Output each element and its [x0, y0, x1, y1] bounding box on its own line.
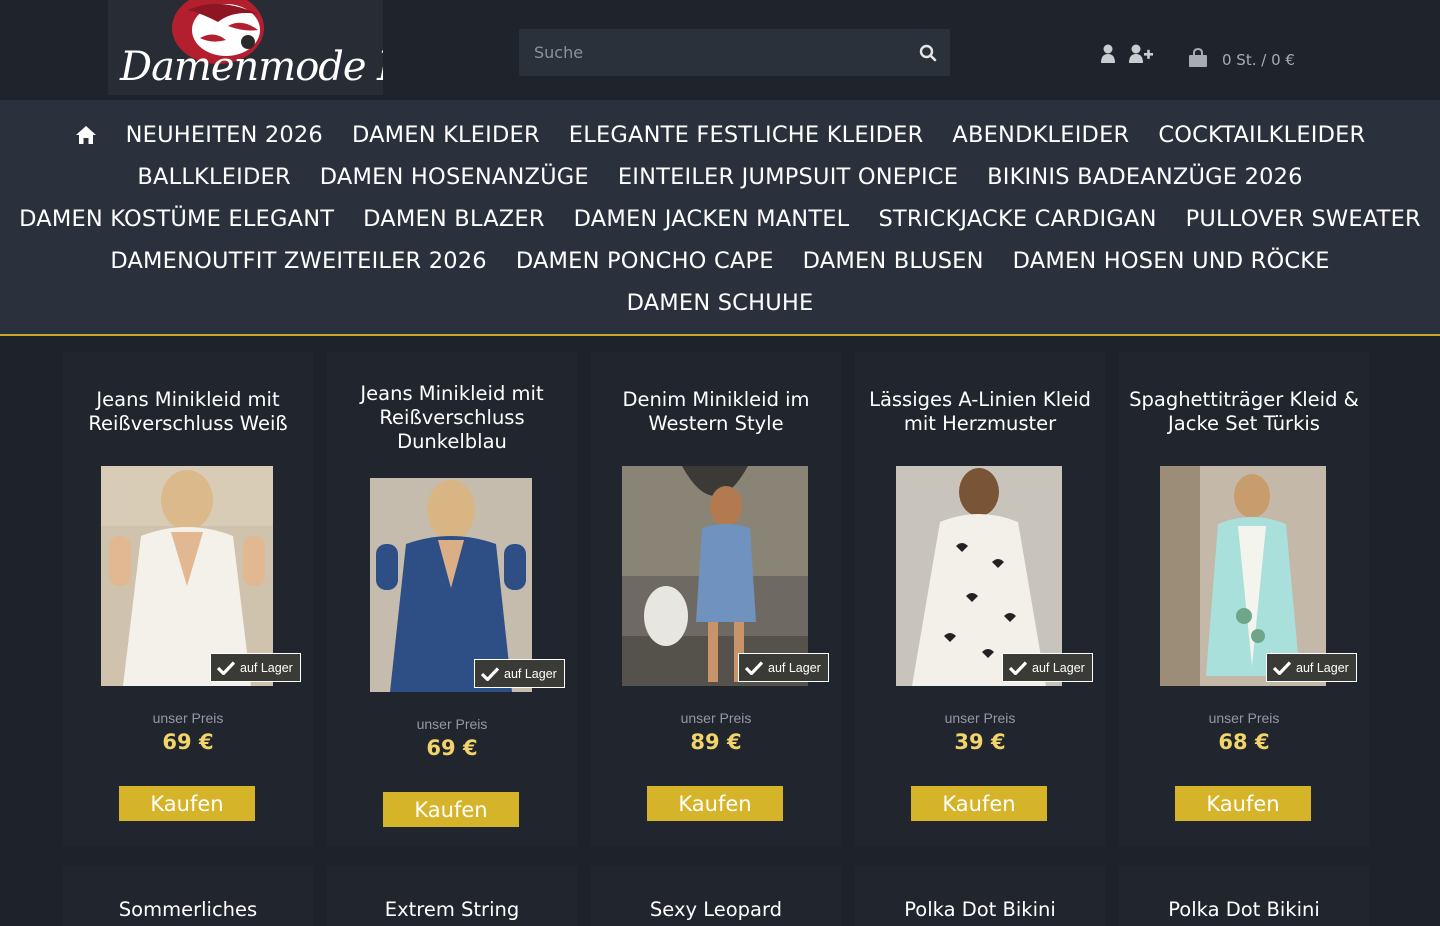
product-title[interactable]: Denim Minikleid im Western Style	[591, 388, 841, 436]
shopping-bag-icon	[1189, 48, 1207, 67]
price-label: unser Preis	[152, 710, 224, 726]
nav-item-jacken[interactable]: DAMEN JACKEN MANTEL	[574, 205, 850, 233]
home-link[interactable]	[75, 121, 97, 149]
stock-badge: auf Lager	[1266, 653, 1357, 682]
product-card: Polka Dot Bikini	[1119, 866, 1369, 926]
stock-badge: auf Lager	[1002, 653, 1093, 682]
price: 69 €	[162, 730, 214, 754]
nav-item-festliche-kleider[interactable]: ELEGANTE FESTLICHE KLEIDER	[569, 121, 924, 149]
price-label: unser Preis	[944, 710, 1016, 726]
check-icon	[481, 666, 499, 681]
price: 39 €	[954, 730, 1006, 754]
register-link[interactable]	[1128, 44, 1154, 68]
logo[interactable]: Damenmode Nr 1	[108, 0, 383, 95]
product-card: Lässiges A-Linien Kleid mit Herzmuster a…	[855, 352, 1105, 846]
price-label: unser Preis	[680, 710, 752, 726]
nav-row: DAMENOUTFIT ZWEITEILER 2026 DAMEN PONCHO…	[0, 247, 1440, 275]
product-card: Denim Minikleid im Western Style auf Lag…	[591, 352, 841, 846]
product-title[interactable]: Jeans Minikleid mit Reißverschluss Dunke…	[327, 382, 577, 454]
product-card: Polka Dot Bikini	[855, 866, 1105, 926]
nav-item-blazer[interactable]: DAMEN BLAZER	[363, 205, 544, 233]
nav-item-zweiteiler[interactable]: DAMENOUTFIT ZWEITEILER 2026	[110, 247, 487, 275]
stock-text: auf Lager	[504, 666, 557, 681]
price-label: unser Preis	[416, 716, 488, 732]
nav-item-schuhe[interactable]: DAMEN SCHUHE	[627, 289, 814, 317]
check-icon	[1273, 660, 1291, 675]
nav-item-pullover[interactable]: PULLOVER SWEATER	[1186, 205, 1421, 233]
nav-item-strickjacke[interactable]: STRICKJACKE CARDIGAN	[878, 205, 1156, 233]
product-card: Jeans Minikleid mit Reißverschluss Dunke…	[327, 352, 577, 846]
product-card: Sexy Leopard	[591, 866, 841, 926]
cart-summary[interactable]: 0 St. / 0 €	[1188, 47, 1295, 69]
buy-button[interactable]: Kaufen	[647, 786, 783, 821]
nav-item-hosenanzuege[interactable]: DAMEN HOSENANZÜGE	[320, 163, 589, 191]
nav-item-poncho[interactable]: DAMEN PONCHO CAPE	[516, 247, 774, 275]
stock-badge: auf Lager	[210, 653, 301, 682]
product-title[interactable]: Sexy Leopard	[591, 898, 841, 922]
nav-item-bikinis[interactable]: BIKINIS BADEANZÜGE 2026	[987, 163, 1303, 191]
product-title[interactable]: Lässiges A-Linien Kleid mit Herzmuster	[855, 388, 1105, 436]
search-button[interactable]	[906, 29, 950, 76]
buy-button[interactable]: Kaufen	[119, 786, 255, 821]
product-title[interactable]: Spaghettiträger Kleid & Jacke Set Türkis	[1119, 388, 1369, 436]
price: 89 €	[690, 730, 742, 754]
login-link[interactable]	[1100, 44, 1116, 68]
nav-row: DAMEN KOSTÜME ELEGANT DAMEN BLAZER DAMEN…	[0, 205, 1440, 233]
price-label: unser Preis	[1208, 710, 1280, 726]
check-icon	[217, 660, 235, 675]
buy-button[interactable]: Kaufen	[911, 786, 1047, 821]
product-title[interactable]: Jeans Minikleid mit Reißverschluss Weiß	[63, 388, 313, 436]
nav-item-hosen-roecke[interactable]: DAMEN HOSEN UND RÖCKE	[1013, 247, 1330, 275]
home-icon	[75, 126, 96, 144]
stock-badge: auf Lager	[738, 653, 829, 682]
search-input[interactable]	[519, 29, 909, 76]
product-title[interactable]: Extrem String	[327, 898, 577, 922]
product-card: Sommerliches	[63, 866, 313, 926]
search-icon	[919, 44, 937, 61]
product-card: Spaghettiträger Kleid & Jacke Set Türkis…	[1119, 352, 1369, 846]
buy-button[interactable]: Kaufen	[1175, 786, 1311, 821]
nav-item-blusen[interactable]: DAMEN BLUSEN	[803, 247, 984, 275]
product-card: Extrem String	[327, 866, 577, 926]
nav-item-cocktailkleider[interactable]: COCKTAILKLEIDER	[1158, 121, 1365, 149]
check-icon	[1009, 660, 1027, 675]
price: 68 €	[1218, 730, 1270, 754]
product-title[interactable]: Polka Dot Bikini	[855, 898, 1105, 922]
main-navigation: NEUHEITEN 2026 DAMEN KLEIDER ELEGANTE FE…	[0, 100, 1440, 336]
search-box	[519, 29, 950, 76]
nav-item-neuheiten[interactable]: NEUHEITEN 2026	[126, 121, 323, 149]
price: 69 €	[426, 736, 478, 760]
cart-text: 0 St. / 0 €	[1222, 51, 1295, 69]
buy-button[interactable]: Kaufen	[383, 792, 519, 827]
user-icon	[1101, 44, 1115, 63]
nav-item-ballkleider[interactable]: BALLKLEIDER	[137, 163, 290, 191]
logo-text: Damenmode Nr 1	[120, 44, 383, 90]
stock-badge: auf Lager	[474, 659, 565, 688]
header: Damenmode Nr 1	[0, 0, 1440, 100]
nav-row: NEUHEITEN 2026 DAMEN KLEIDER ELEGANTE FE…	[0, 121, 1440, 149]
product-card: Jeans Minikleid mit Reißverschluss Weiß …	[63, 352, 313, 846]
nav-item-damen-kleider[interactable]: DAMEN KLEIDER	[352, 121, 540, 149]
user-plus-icon	[1129, 44, 1153, 63]
product-title[interactable]: Sommerliches	[63, 898, 313, 922]
product-title[interactable]: Polka Dot Bikini	[1119, 898, 1369, 922]
stock-text: auf Lager	[240, 660, 293, 675]
nav-row: DAMEN SCHUHE	[0, 289, 1440, 317]
nav-item-jumpsuit[interactable]: EINTEILER JUMPSUIT ONEPICE	[618, 163, 958, 191]
account-links	[1100, 44, 1154, 68]
stock-text: auf Lager	[1032, 660, 1085, 675]
stock-text: auf Lager	[1296, 660, 1349, 675]
nav-item-kostueme[interactable]: DAMEN KOSTÜME ELEGANT	[19, 205, 334, 233]
check-icon	[745, 660, 763, 675]
nav-row: BALLKLEIDER DAMEN HOSENANZÜGE EINTEILER …	[0, 163, 1440, 191]
nav-item-abendkleider[interactable]: ABENDKLEIDER	[952, 121, 1129, 149]
stock-text: auf Lager	[768, 660, 821, 675]
